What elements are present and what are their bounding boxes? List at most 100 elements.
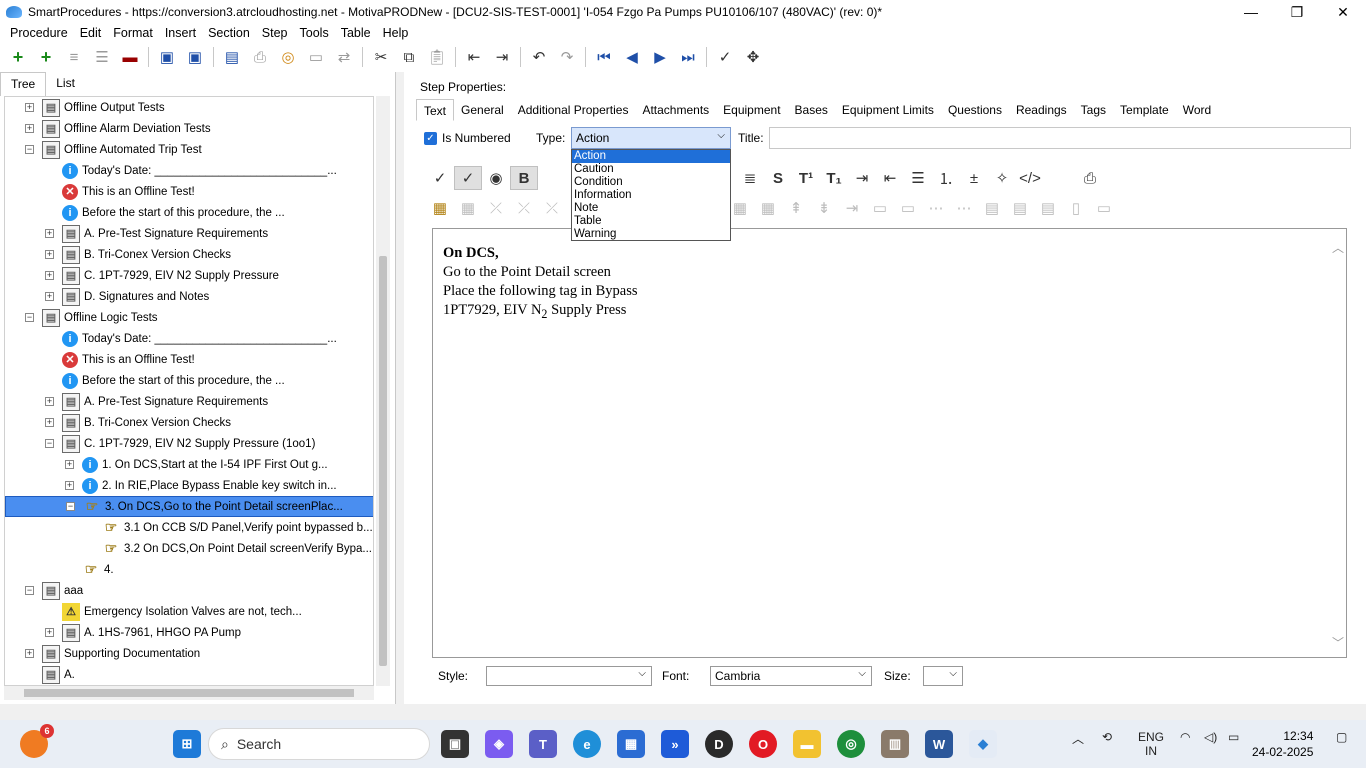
widgets-icon[interactable]: 6 (20, 724, 54, 758)
type-option-note[interactable]: Note (572, 202, 730, 215)
tree-node[interactable]: i Today's Date: _________________________… (45, 160, 337, 181)
expand-icon[interactable]: + (45, 271, 54, 280)
tab-text[interactable]: Text (416, 99, 455, 121)
tree-horizontal-scrollbar[interactable] (4, 686, 374, 700)
tree-node[interactable]: + i 2. In RIE,Place Bypass Enable key swit… (65, 475, 337, 496)
table-disabled-icon[interactable]: ⇞ (782, 196, 810, 220)
add-icon[interactable]: + (4, 44, 32, 70)
bullet-list-icon[interactable]: ☰ (904, 166, 932, 190)
tree-node[interactable]: + ▤ Offline Alarm Deviation Tests (25, 118, 211, 139)
tree-node[interactable]: ⚠ Emergency Isolation Valves are not, tec… (45, 601, 302, 622)
tab-tree[interactable]: Tree (0, 72, 47, 96)
table-disabled-icon[interactable]: ⤫ (510, 196, 538, 220)
print-icon[interactable]: ⎙ (1076, 166, 1104, 190)
undo-icon[interactable]: ↶ (525, 44, 553, 70)
step-text-editor[interactable]: On DCS, Go to the Point Detail screen Pl… (432, 228, 1347, 658)
tree-node[interactable]: i Before the start of this procedure, the… (45, 202, 285, 223)
tree-node[interactable]: ☞ 3.1 On CCB S/D Panel,Verify point bypas… (85, 517, 373, 538)
type-option-warning[interactable]: Warning (572, 228, 730, 241)
tab-additional-properties[interactable]: Additional Properties (511, 99, 636, 121)
tree-node[interactable]: ▤ A. (25, 664, 75, 685)
opera-icon[interactable]: O (749, 730, 777, 758)
start-icon[interactable]: ⊞ (173, 730, 201, 758)
tree-node[interactable]: + ▤ A. Pre-Test Signature Requirements (45, 391, 268, 412)
type-option-caution[interactable]: Caution (572, 163, 730, 176)
outlook-icon[interactable]: » (661, 730, 689, 758)
smartprocedures-icon[interactable]: ◆ (969, 730, 997, 758)
tab-list[interactable]: List (46, 72, 85, 96)
redo-icon[interactable]: ↷ (553, 44, 581, 70)
list-icon[interactable]: ≡ (60, 44, 88, 70)
expand-icon[interactable]: + (45, 397, 54, 406)
scroll-thumb[interactable] (24, 689, 354, 697)
outdent-icon[interactable]: ⇤ (876, 166, 904, 190)
expand-icon[interactable]: + (45, 292, 54, 301)
tab-equipment-limits[interactable]: Equipment Limits (835, 99, 941, 121)
tree-node[interactable]: i Before the start of this procedure, the… (45, 370, 285, 391)
expand-icon[interactable]: + (65, 460, 74, 469)
font-select[interactable]: Cambria ⌵ (710, 666, 872, 686)
first-icon[interactable]: ⏮ (590, 44, 618, 70)
table-disabled-icon[interactable]: ▤ (1006, 196, 1034, 220)
publish-icon[interactable]: ▤ (218, 44, 246, 70)
menu-table[interactable]: Table (335, 26, 377, 40)
type-option-table[interactable]: Table (572, 215, 730, 228)
expand-icon[interactable]: + (45, 229, 54, 238)
procedure-tree[interactable]: + ▤ Offline Output Tests + ▤ Offline Alarm De… (4, 96, 374, 686)
is-numbered-checkbox[interactable]: ✓ (424, 131, 437, 145)
tab-questions[interactable]: Questions (941, 99, 1009, 121)
indent-icon[interactable]: ⇥ (488, 44, 516, 70)
tree-node[interactable]: − ▤ aaa (25, 580, 83, 601)
app-icon[interactable]: ▥ (881, 730, 909, 758)
expand-icon[interactable]: + (25, 649, 34, 658)
tree-node[interactable]: + ▤ B. Tri-Conex Version Checks (45, 412, 231, 433)
save-all-icon[interactable]: ▣ (153, 44, 181, 70)
strikethrough-icon[interactable]: S (764, 166, 792, 190)
menu-format[interactable]: Format (107, 26, 159, 40)
tree-node[interactable]: ☞ 4. (65, 559, 114, 580)
tree-node[interactable]: − ▤ Offline Logic Tests (25, 307, 158, 328)
close-button[interactable]: ✕ (1320, 0, 1366, 24)
tree-node[interactable]: ✕ This is an Offline Test! (45, 181, 195, 202)
menu-edit[interactable]: Edit (74, 26, 108, 40)
spellcheck-icon[interactable]: ✓ (711, 44, 739, 70)
language-indicator[interactable]: ENG IN (1138, 730, 1164, 758)
type-select[interactable]: Action ⌵ (571, 127, 731, 149)
copilot-icon[interactable]: ◈ (485, 730, 513, 758)
move-icon[interactable]: ✥ (739, 44, 767, 70)
expand-icon[interactable]: + (45, 250, 54, 259)
tree-node[interactable]: + ▤ A. 1HS-7961, HHGO PA Pump (45, 622, 241, 643)
type-option-condition[interactable]: Condition (572, 176, 730, 189)
maximize-button[interactable]: ❐ (1274, 0, 1320, 24)
expand-icon[interactable]: + (45, 418, 54, 427)
source-code-icon[interactable]: </> (1016, 166, 1044, 190)
insert-table-icon[interactable]: ▦ (426, 196, 454, 220)
magic-wand-icon[interactable]: ✧ (988, 166, 1016, 190)
number-list-icon[interactable]: ⒈ (932, 166, 960, 190)
tree-node[interactable]: i Today's Date: _________________________… (45, 328, 337, 349)
table-disabled-icon[interactable]: ▭ (866, 196, 894, 220)
table-disabled-icon[interactable]: ▯ (1062, 196, 1090, 220)
view-icon[interactable]: ▭ (302, 44, 330, 70)
clock[interactable]: 12:34 24-02-2025 (1252, 728, 1313, 760)
menu-procedure[interactable]: Procedure (4, 26, 74, 40)
edge-icon[interactable]: e (573, 730, 601, 758)
copy-icon[interactable]: ⧉ (395, 44, 423, 70)
last-icon[interactable]: ⏭ (674, 44, 702, 70)
teams-icon[interactable]: T (529, 730, 557, 758)
tab-readings[interactable]: Readings (1009, 99, 1074, 121)
tab-tags[interactable]: Tags (1074, 99, 1113, 121)
tree-node[interactable]: + ▤ B. Tri-Conex Version Checks (45, 244, 231, 265)
tree-node[interactable]: ☞ 3.2 On DCS,On Point Detail screenVerify… (85, 538, 372, 559)
chevron-up-icon[interactable]: ︿ (1332, 239, 1344, 256)
indent-icon[interactable]: ⇥ (848, 166, 876, 190)
tab-bases[interactable]: Bases (788, 99, 835, 121)
previous-icon[interactable]: ◀ (618, 44, 646, 70)
expand-icon[interactable]: + (25, 103, 34, 112)
table-disabled-icon[interactable]: ▦ (454, 196, 482, 220)
expand-icon[interactable]: + (45, 628, 54, 637)
expand-icon[interactable]: + (65, 481, 74, 490)
type-option-information[interactable]: Information (572, 189, 730, 202)
tree-node[interactable]: + ▤ C. 1PT-7929, EIV N2 Supply Pressure (45, 265, 279, 286)
battery-icon[interactable]: ▭ (1228, 730, 1239, 744)
